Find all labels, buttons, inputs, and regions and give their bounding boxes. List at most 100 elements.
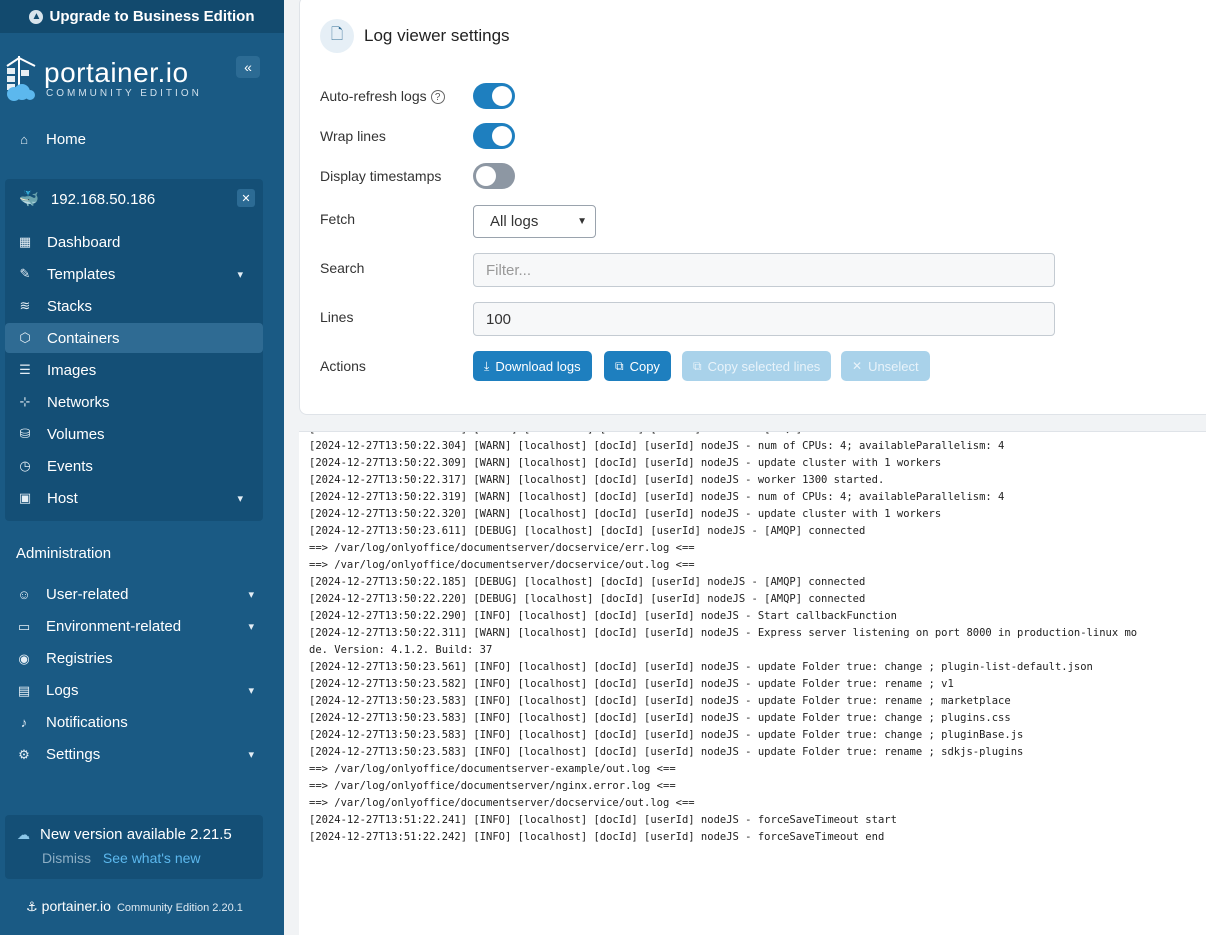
sidebar-item-notifications[interactable]: ♪ Notifications — [16, 714, 128, 731]
environment-name: 192.168.50.186 — [50, 190, 156, 208]
database-icon: ⛁ — [19, 426, 31, 441]
edit-icon: ✎ — [19, 266, 31, 281]
box-icon: ⬡ — [19, 330, 31, 345]
upgrade-button[interactable]: ▲ Upgrade to Business Edition — [0, 0, 284, 33]
fetch-select[interactable]: All logs ▼ — [473, 205, 596, 238]
update-title-text: New version available 2.21.5 — [40, 826, 232, 843]
log-line[interactable]: ==> /var/log/onlyoffice/documentserver-e… — [299, 761, 1206, 778]
sidebar-item-settings[interactable]: ⚙ Settings ▾ — [16, 746, 266, 763]
unselect-button[interactable]: ✕ Unselect — [841, 351, 930, 381]
log-line[interactable]: [2024-12-27T13:50:22.304] [WARN] [localh… — [299, 438, 1206, 455]
close-icon: ✕ — [241, 192, 251, 205]
chevron-down-icon: ▾ — [248, 589, 254, 601]
environment-panel: 🐳 192.168.50.186 ✕ ▦ Dashboard ✎ Templat… — [5, 179, 263, 521]
sidebar-item-logs[interactable]: ▤ Logs ▾ — [16, 682, 266, 699]
sidebar-item-images[interactable]: ☰ Images — [17, 355, 263, 385]
log-line[interactable]: [2024-12-27T13:50:23.583] [INFO] [localh… — [299, 710, 1206, 727]
brand-logo[interactable]: portainer.io COMMUNITY EDITION — [4, 54, 202, 102]
lines-label: Lines — [320, 309, 354, 325]
copy-selected-label: Copy selected lines — [707, 358, 821, 374]
log-line[interactable]: [2024-12-27T13:50:22.220] [DEBUG] [local… — [299, 591, 1206, 608]
wrap-lines-label: Wrap lines — [320, 128, 386, 144]
card-title: Log viewer settings — [364, 26, 510, 45]
sidebar-item-home[interactable]: ⌂ Home — [16, 131, 86, 148]
portainer-logo-icon — [4, 54, 38, 102]
lines-input[interactable]: 100 — [473, 302, 1055, 336]
log-line[interactable]: [2024-12-27T13:50:23.582] [INFO] [localh… — [299, 676, 1206, 693]
log-line[interactable]: [2024-12-27T13:50:22.290] [INFO] [localh… — [299, 608, 1206, 625]
sidebar-item-events[interactable]: ◷ Events — [17, 451, 263, 481]
sidebar-item-stacks[interactable]: ≋ Stacks — [17, 291, 263, 321]
portainer-small-logo-icon: ⚓ — [26, 899, 38, 914]
log-line[interactable]: [2024-12-27T13:51:22.241] [INFO] [localh… — [299, 812, 1206, 829]
log-line[interactable]: ==> /var/log/onlyoffice/documentserver/n… — [299, 778, 1206, 795]
sidebar-item-label: Host — [47, 489, 78, 507]
list-icon: ☰ — [19, 362, 31, 377]
log-line[interactable]: [2024-12-27T13:50:23.583] [INFO] [localh… — [299, 693, 1206, 710]
collapse-sidebar-button[interactable]: « — [236, 56, 260, 78]
log-line[interactable]: [2024-12-27T13:50:12.297] [DEBUG] [local… — [299, 432, 1206, 438]
timestamps-toggle[interactable] — [473, 163, 515, 189]
log-line[interactable]: ==> /var/log/onlyoffice/documentserver/d… — [299, 557, 1206, 574]
log-line[interactable]: [2024-12-27T13:50:22.185] [DEBUG] [local… — [299, 574, 1206, 591]
sidebar-item-label: Images — [47, 361, 97, 379]
copy-button[interactable]: ⧉ Copy — [604, 351, 671, 381]
log-line[interactable]: [2024-12-27T13:51:22.242] [INFO] [localh… — [299, 829, 1206, 846]
auto-refresh-toggle[interactable] — [473, 83, 515, 109]
log-line[interactable]: ==> /var/log/onlyoffice/documentserver/d… — [299, 795, 1206, 812]
home-icon: ⌂ — [20, 132, 28, 147]
sidebar-item-containers[interactable]: ⬡ Containers — [5, 323, 263, 353]
copy-selected-lines-button[interactable]: ⧉ Copy selected lines — [682, 351, 832, 381]
chevron-down-icon: ▾ — [248, 685, 254, 697]
sidebar-item-label: Events — [47, 457, 93, 475]
log-line[interactable]: [2024-12-27T13:50:22.317] [WARN] [localh… — [299, 472, 1206, 489]
help-icon[interactable]: ? — [430, 90, 445, 105]
cloud-download-icon: ☁ — [17, 826, 30, 842]
dismiss-link[interactable]: Dismiss — [42, 850, 91, 866]
log-line[interactable]: [2024-12-27T13:50:22.311] [WARN] [localh… — [299, 625, 1206, 642]
auto-refresh-label: Auto-refresh logs? — [320, 88, 445, 105]
download-logs-label: Download logs — [495, 358, 581, 374]
sidebar-item-label: Notifications — [46, 714, 128, 731]
sidebar-item-environment-related[interactable]: ▭ Environment-related ▾ — [16, 618, 266, 635]
log-line[interactable]: [2024-12-27T13:50:22.320] [WARN] [localh… — [299, 506, 1206, 523]
update-title: ☁ New version available 2.21.5 — [17, 826, 232, 843]
wrap-lines-toggle[interactable] — [473, 123, 515, 149]
log-line[interactable]: [2024-12-27T13:50:22.309] [WARN] [localh… — [299, 455, 1206, 472]
log-line[interactable]: [2024-12-27T13:50:22.319] [WARN] [localh… — [299, 489, 1206, 506]
chevron-down-icon: ▾ — [237, 492, 243, 505]
update-notice: ☁ New version available 2.21.5 Dismiss S… — [5, 815, 263, 879]
toggle-knob — [492, 86, 512, 106]
sidebar-item-volumes[interactable]: ⛁ Volumes — [17, 419, 263, 449]
sidebar-item-networks[interactable]: ⊹ Networks — [17, 387, 263, 417]
chevron-down-icon: ▾ — [248, 621, 254, 633]
log-line[interactable]: [2024-12-27T13:50:23.561] [INFO] [localh… — [299, 659, 1206, 676]
chevron-down-icon: ▾ — [248, 749, 254, 761]
log-line[interactable]: [2024-12-27T13:50:23.611] [DEBUG] [local… — [299, 523, 1206, 540]
users-icon: ☺ — [17, 587, 31, 602]
server-icon: ▣ — [18, 490, 32, 505]
timestamps-label: Display timestamps — [320, 168, 442, 184]
log-line[interactable]: ==> /var/log/onlyoffice/documentserver/d… — [299, 540, 1206, 557]
sidebar-item-label: User-related — [46, 586, 129, 603]
close-environment-button[interactable]: ✕ — [237, 189, 255, 207]
whats-new-link[interactable]: See what's new — [103, 850, 201, 866]
sidebar-item-host[interactable]: ▣ Host ▾ — [17, 483, 263, 513]
log-line[interactable]: [2024-12-27T13:50:23.583] [INFO] [localh… — [299, 727, 1206, 744]
log-line[interactable]: [2024-12-27T13:50:23.583] [INFO] [localh… — [299, 744, 1206, 761]
log-viewer[interactable]: [2024-12-27T13:50:12.297] [DEBUG] [local… — [299, 431, 1206, 935]
download-logs-button[interactable]: ⤓ Download logs — [473, 351, 592, 381]
toggle-knob — [492, 126, 512, 146]
sidebar-item-label: Registries — [46, 650, 113, 667]
dashboard-icon: ▦ — [18, 234, 32, 249]
search-input[interactable]: Filter... — [473, 253, 1055, 287]
sidebar-item-dashboard[interactable]: ▦ Dashboard — [17, 227, 263, 257]
sidebar-item-templates[interactable]: ✎ Templates ▾ — [17, 259, 263, 289]
log-line[interactable]: de. Version: 4.1.2. Build: 37 — [299, 642, 1206, 659]
sidebar-item-label: Networks — [47, 393, 110, 411]
sidebar-item-registries[interactable]: ◉ Registries — [16, 650, 113, 667]
sidebar-item-label: Home — [46, 131, 87, 148]
sidebar-item-user-related[interactable]: ☺ User-related ▾ — [16, 586, 266, 603]
sidebar: ▲ Upgrade to Business Edition portainer.… — [0, 0, 284, 935]
sidebar-item-label: Containers — [47, 329, 120, 347]
